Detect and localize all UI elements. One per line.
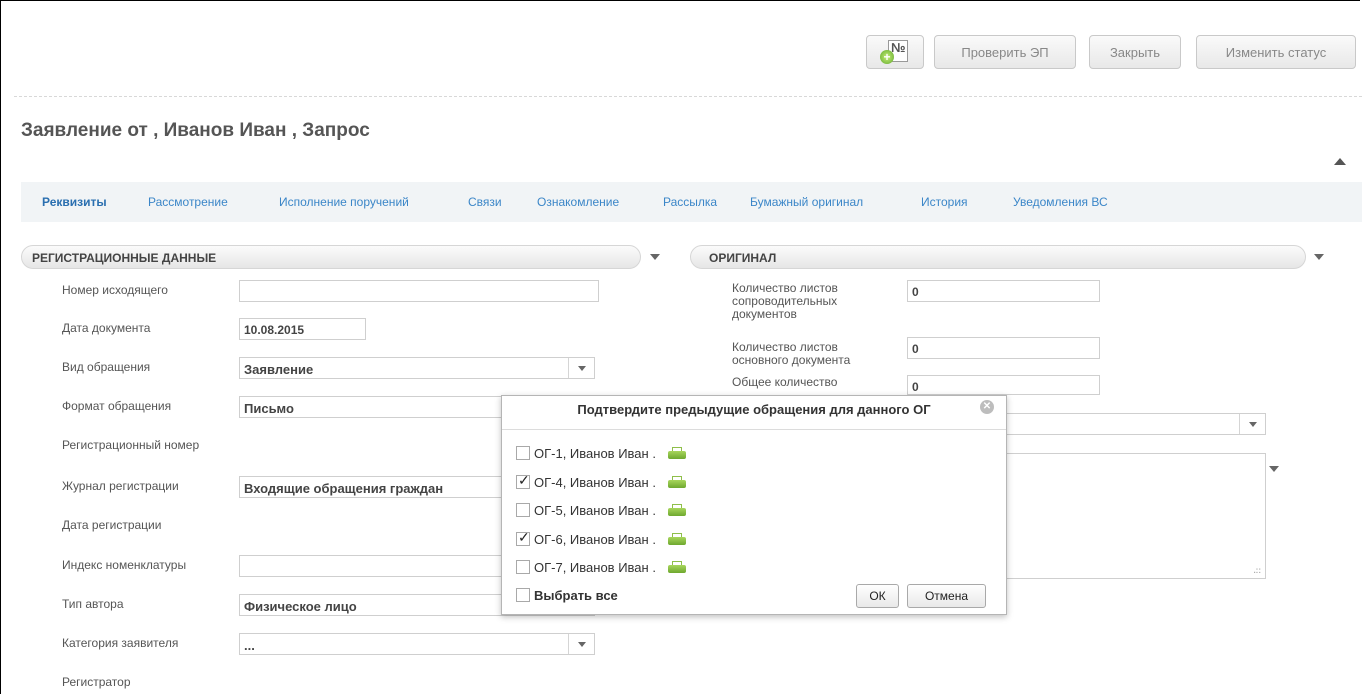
applicant-category-value: ...	[244, 638, 255, 653]
appeal-label: ОГ-6, Иванов Иван .	[534, 531, 656, 547]
tab-familiarization[interactable]: Ознакомление	[537, 195, 619, 209]
tab-execution[interactable]: Исполнение поручений	[279, 195, 409, 209]
close-icon[interactable]: ✕	[980, 400, 994, 414]
change-status-button[interactable]: Изменить статус	[1196, 35, 1356, 69]
close-button[interactable]: Закрыть	[1089, 35, 1181, 69]
cancel-button[interactable]: Отмена	[907, 584, 986, 608]
cover-sheets-input[interactable]: 0	[907, 280, 1100, 302]
doc-date-input[interactable]: 10.08.2015	[239, 318, 366, 340]
tab-review[interactable]: Рассмотрение	[148, 195, 228, 209]
appeal-label: ОГ-4, Иванов Иван .	[534, 474, 656, 490]
registration-collapse-icon[interactable]	[650, 254, 660, 260]
add-number-button[interactable]: № +	[866, 35, 924, 69]
original-section-header[interactable]: ОРИГИНАЛ	[690, 245, 1306, 269]
outgoing-number-label: Номер исходящего	[62, 283, 168, 297]
select-all-row[interactable]: Выбрать все	[516, 586, 618, 604]
tab-links[interactable]: Связи	[468, 195, 502, 209]
author-type-label: Тип автора	[62, 597, 124, 611]
printer-icon[interactable]	[667, 475, 686, 489]
list-item[interactable]: ОГ-7, Иванов Иван .	[516, 558, 686, 576]
appeal-label: ОГ-1, Иванов Иван .	[534, 445, 656, 461]
page-title: Заявление от , Иванов Иван , Запрос	[21, 120, 370, 141]
nomenclature-label: Индекс номенклатуры	[62, 558, 187, 572]
checkbox[interactable]	[516, 529, 530, 546]
appeal-label: ОГ-7, Иванов Иван .	[534, 559, 656, 575]
confirm-previous-appeals-dialog: Подтвердите предыдущие обращения для дан…	[501, 395, 1007, 615]
appeal-type-value: Заявление	[244, 362, 314, 377]
appeal-type-select[interactable]: Заявление	[239, 357, 595, 379]
checkbox[interactable]	[516, 560, 530, 574]
dialog-divider	[502, 429, 1006, 430]
registration-section-header[interactable]: РЕГИСТРАЦИОННЫЕ ДАННЫЕ	[21, 245, 641, 269]
journal-value: Входящие обращения граждан	[244, 481, 444, 496]
reg-date-label: Дата регистрации	[62, 518, 162, 532]
printer-icon[interactable]	[667, 446, 686, 460]
main-sheets-label: Количество листов основного документа	[732, 340, 851, 367]
document-number-icon: № +	[880, 38, 910, 66]
printer-icon[interactable]	[667, 560, 686, 574]
author-type-value: Физическое лицо	[244, 599, 357, 614]
applicant-category-label: Категория заявителя	[62, 636, 179, 650]
collapse-header-icon[interactable]	[1334, 158, 1346, 165]
dialog-title: Подтвердите предыдущие обращения для дан…	[577, 402, 931, 417]
select-all-checkbox[interactable]	[516, 588, 530, 602]
ok-button[interactable]: ОК	[856, 584, 899, 608]
original-select[interactable]	[1000, 413, 1266, 435]
check-ep-button[interactable]: Проверить ЭП	[934, 35, 1076, 69]
toolbar-divider	[14, 96, 1362, 97]
appeal-type-label: Вид обращения	[62, 360, 151, 374]
main-sheets-input[interactable]: 0	[907, 337, 1100, 359]
total-sheets-label: Общее количество	[732, 375, 838, 389]
select-all-label: Выбрать все	[534, 587, 618, 603]
reg-number-label: Регистрационный номер	[62, 438, 200, 452]
original-subsection-collapse-icon[interactable]	[1269, 466, 1279, 472]
doc-date-label: Дата документа	[62, 321, 151, 335]
cover-sheets-label: Количество листов сопроводительных докум…	[732, 281, 838, 321]
original-textarea[interactable]: .::	[1000, 453, 1266, 579]
registrar-label: Регистратор	[62, 675, 131, 689]
chevron-down-icon[interactable]	[568, 634, 594, 654]
appeal-format-value: Письмо	[244, 401, 294, 416]
checkbox[interactable]	[516, 503, 530, 517]
tab-mailing[interactable]: Рассылка	[663, 195, 717, 209]
chevron-down-icon[interactable]	[568, 358, 594, 378]
resize-grip-icon[interactable]: .::	[1253, 566, 1261, 575]
outgoing-number-input[interactable]	[239, 280, 599, 302]
checkbox[interactable]	[516, 472, 530, 489]
list-item[interactable]: ОГ-1, Иванов Иван .	[516, 444, 686, 462]
tab-bar: Реквизиты Рассмотрение Исполнение поруче…	[21, 182, 1362, 222]
list-item[interactable]: ОГ-5, Иванов Иван .	[516, 501, 686, 519]
total-sheets-input[interactable]: 0	[907, 375, 1100, 395]
tab-history[interactable]: История	[921, 195, 968, 209]
original-collapse-icon[interactable]	[1314, 254, 1324, 260]
appeal-format-label: Формат обращения	[62, 399, 172, 413]
printer-icon[interactable]	[667, 503, 686, 517]
tab-paper-original[interactable]: Бумажный оригинал	[750, 195, 863, 209]
journal-label: Журнал регистрации	[62, 479, 179, 493]
list-item[interactable]: ОГ-6, Иванов Иван .	[516, 529, 686, 548]
list-item[interactable]: ОГ-4, Иванов Иван .	[516, 472, 686, 491]
tab-notifications[interactable]: Уведомления ВС	[1013, 195, 1108, 209]
printer-icon[interactable]	[667, 532, 686, 546]
applicant-category-select[interactable]: ...	[239, 633, 595, 655]
appeal-label: ОГ-5, Иванов Иван .	[534, 502, 656, 518]
checkbox[interactable]	[516, 446, 530, 460]
tab-requisites[interactable]: Реквизиты	[42, 195, 107, 209]
chevron-down-icon[interactable]	[1239, 414, 1265, 434]
